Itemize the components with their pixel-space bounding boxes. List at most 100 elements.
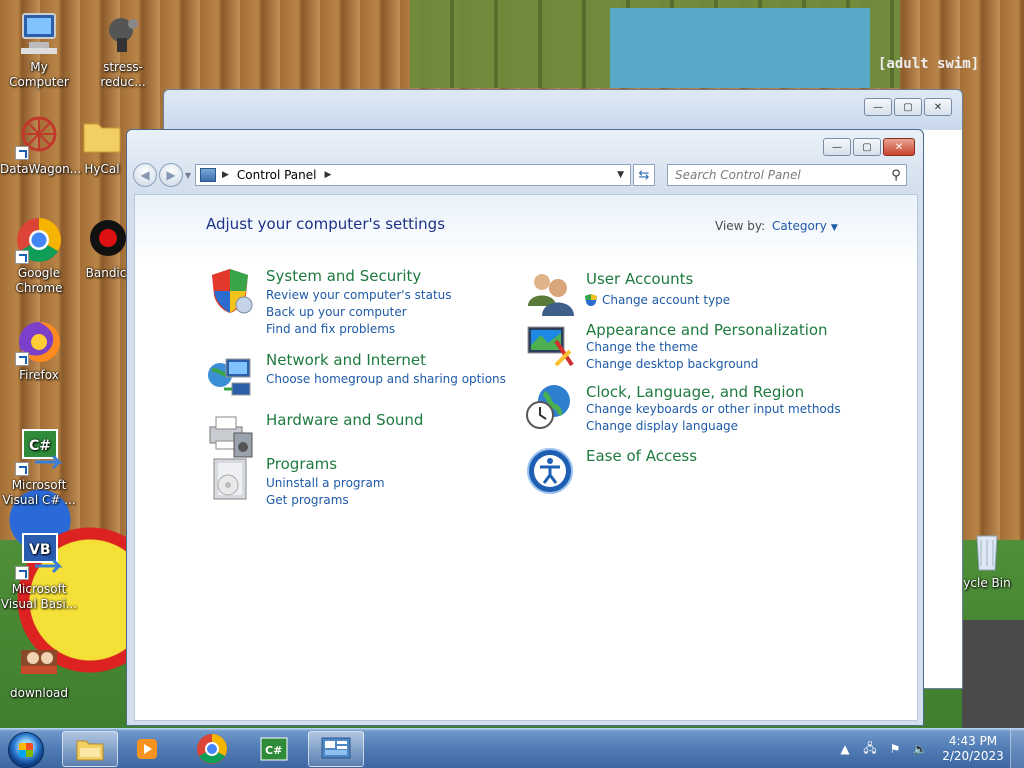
wallpaper-sign: [adult swim] [878,56,980,72]
desktop-icon-label: download [9,686,69,700]
start-button[interactable] [8,732,44,768]
close-button[interactable]: ✕ [883,138,915,156]
breadcrumb-control-panel[interactable]: Control Panel [237,168,317,182]
maximize-button[interactable]: ▢ [853,138,881,156]
svg-text:VB: VB [29,542,51,558]
desktop-icon-label: Microsoft Visual Basi... [0,582,78,611]
action-center-flag-icon[interactable]: ⚑ [886,740,904,758]
forward-arrow-icon: ▶ [166,168,176,182]
breadcrumb-chevron-icon[interactable]: ▶ [222,170,229,180]
desktop-icon-label: Microsoft Visual C# ... [2,478,76,507]
volume-icon[interactable]: 🔈 [911,740,929,758]
desktop-icon-label: Firefox [19,368,59,382]
category-title[interactable]: User Accounts [586,270,693,288]
desktop-icon-datawagon[interactable]: DataWagon... [0,112,82,177]
view-by-value: Category [772,219,827,233]
desktop-icon-label: Google Chrome [15,266,63,295]
minimize-button[interactable]: — [823,138,851,156]
desktop-icon-visual-basic[interactable]: VB Microsoft Visual Basi... [0,532,78,612]
link-get-programs[interactable]: Get programs [266,493,349,507]
svg-text:C#: C# [265,744,282,757]
desktop-icon-label: DataWagon... [0,162,82,176]
link-change-display-language[interactable]: Change display language [586,419,738,433]
network-icon [206,351,254,399]
desktop-icon-stress-reduc[interactable]: stress-reduc... [84,10,162,90]
printer-icon [206,411,254,459]
address-dropdown-icon[interactable]: ▼ [617,170,624,180]
address-field[interactable]: ▶ Control Panel ▶ ▼ [195,164,631,186]
taskbar-explorer[interactable] [62,731,118,767]
users-icon [526,270,574,318]
refresh-button[interactable]: ⇆ [633,164,655,186]
desktop-icon-label: stress-reduc... [100,60,146,89]
link-change-account-type[interactable]: Change account type [602,293,730,307]
refresh-icon: ⇆ [638,167,650,183]
taskbar-media-player[interactable] [120,731,176,767]
category-title[interactable]: Programs [266,455,337,473]
link-homegroup[interactable]: Choose homegroup and sharing options [266,372,506,386]
search-input[interactable] [675,168,886,182]
link-find-fix[interactable]: Find and fix problems [266,322,395,336]
link-change-theme[interactable]: Change the theme [586,340,698,354]
folder-icon [78,112,126,160]
shortcut-arrow-icon [15,146,29,160]
folder-icon [76,740,104,761]
ease-of-access-icon [526,447,574,495]
back-arrow-icon: ◀ [140,168,150,182]
category-title[interactable]: Appearance and Personalization [586,321,828,339]
category-title[interactable]: Clock, Language, and Region [586,383,804,401]
back-button[interactable]: ◀ [133,163,157,187]
chrome-icon [197,734,227,764]
page-title: Adjust your computer's settings [206,215,446,233]
show-hidden-icons-icon[interactable]: ▲ [836,740,854,758]
bandicam-icon [82,216,130,264]
csharp-icon: C# [260,737,288,761]
category-title[interactable]: Ease of Access [586,447,697,465]
recent-pages-dropdown[interactable]: ▼ [183,171,193,180]
control-panel-window[interactable]: — ▢ ✕ ◀ ▶ ▼ ▶ Control Panel ▶ ▼ ⇆ ⚲ Adju… [126,129,924,726]
link-uninstall[interactable]: Uninstall a program [266,476,385,490]
shortcut-arrow-icon [15,566,29,580]
category-title[interactable]: Network and Internet [266,351,426,369]
taskbar-control-panel[interactable] [308,731,364,767]
bg-minimize-button[interactable]: — [864,98,892,116]
shortcut-arrow-icon [15,250,29,264]
category-title[interactable]: System and Security [266,267,421,285]
clock-date: 2/20/2023 [942,749,1004,763]
link-review-status[interactable]: Review your computer's status [266,288,452,302]
control-panel-icon [321,737,351,759]
control-panel-icon [200,168,216,182]
view-by-dropdown[interactable]: Category ▼ [772,219,838,233]
content-area: Adjust your computer's settings View by:… [134,194,918,721]
desktop-icon-hycal[interactable]: HyCal [72,112,132,177]
clock[interactable]: 4:43 PM 2/20/2023 [936,734,1010,764]
vb-icon: VB [15,532,63,580]
breadcrumb-chevron-icon[interactable]: ▶ [325,170,332,180]
category-title[interactable]: Hardware and Sound [266,411,423,429]
shield-icon [206,267,254,315]
chrome-icon [15,216,63,264]
link-back-up[interactable]: Back up your computer [266,305,407,319]
desktop-icon-download[interactable]: download [0,636,78,701]
forward-button[interactable]: ▶ [159,163,183,187]
taskbar-chrome[interactable] [184,731,240,767]
datawagon-icon [15,112,63,160]
shortcut-arrow-icon [15,462,29,476]
network-tray-icon[interactable]: 🖧 [861,740,879,758]
link-change-keyboards[interactable]: Change keyboards or other input methods [586,402,841,416]
desktop-icon-visual-csharp[interactable]: C# Microsoft Visual C# ... [0,428,78,508]
link-change-background[interactable]: Change desktop background [586,357,758,371]
firefox-icon [15,318,63,366]
wallpaper-blue-panel [610,8,870,88]
bg-maximize-button[interactable]: ▢ [894,98,922,116]
desktop-icon-firefox[interactable]: Firefox [0,318,78,383]
desktop-icon-my-computer[interactable]: My Computer [0,10,78,90]
system-tray: ▲ 🖧 ⚑ 🔈 4:43 PM 2/20/2023 [836,729,1024,768]
bg-close-button[interactable]: ✕ [924,98,952,116]
taskbar-visual-csharp[interactable]: C# [246,731,302,767]
desktop-icon-label: HyCal [84,162,120,176]
programs-icon [206,455,254,503]
search-icon[interactable]: ⚲ [886,168,906,183]
desktop-icon-google-chrome[interactable]: Google Chrome [0,216,78,296]
show-desktop-button[interactable] [1010,729,1024,768]
